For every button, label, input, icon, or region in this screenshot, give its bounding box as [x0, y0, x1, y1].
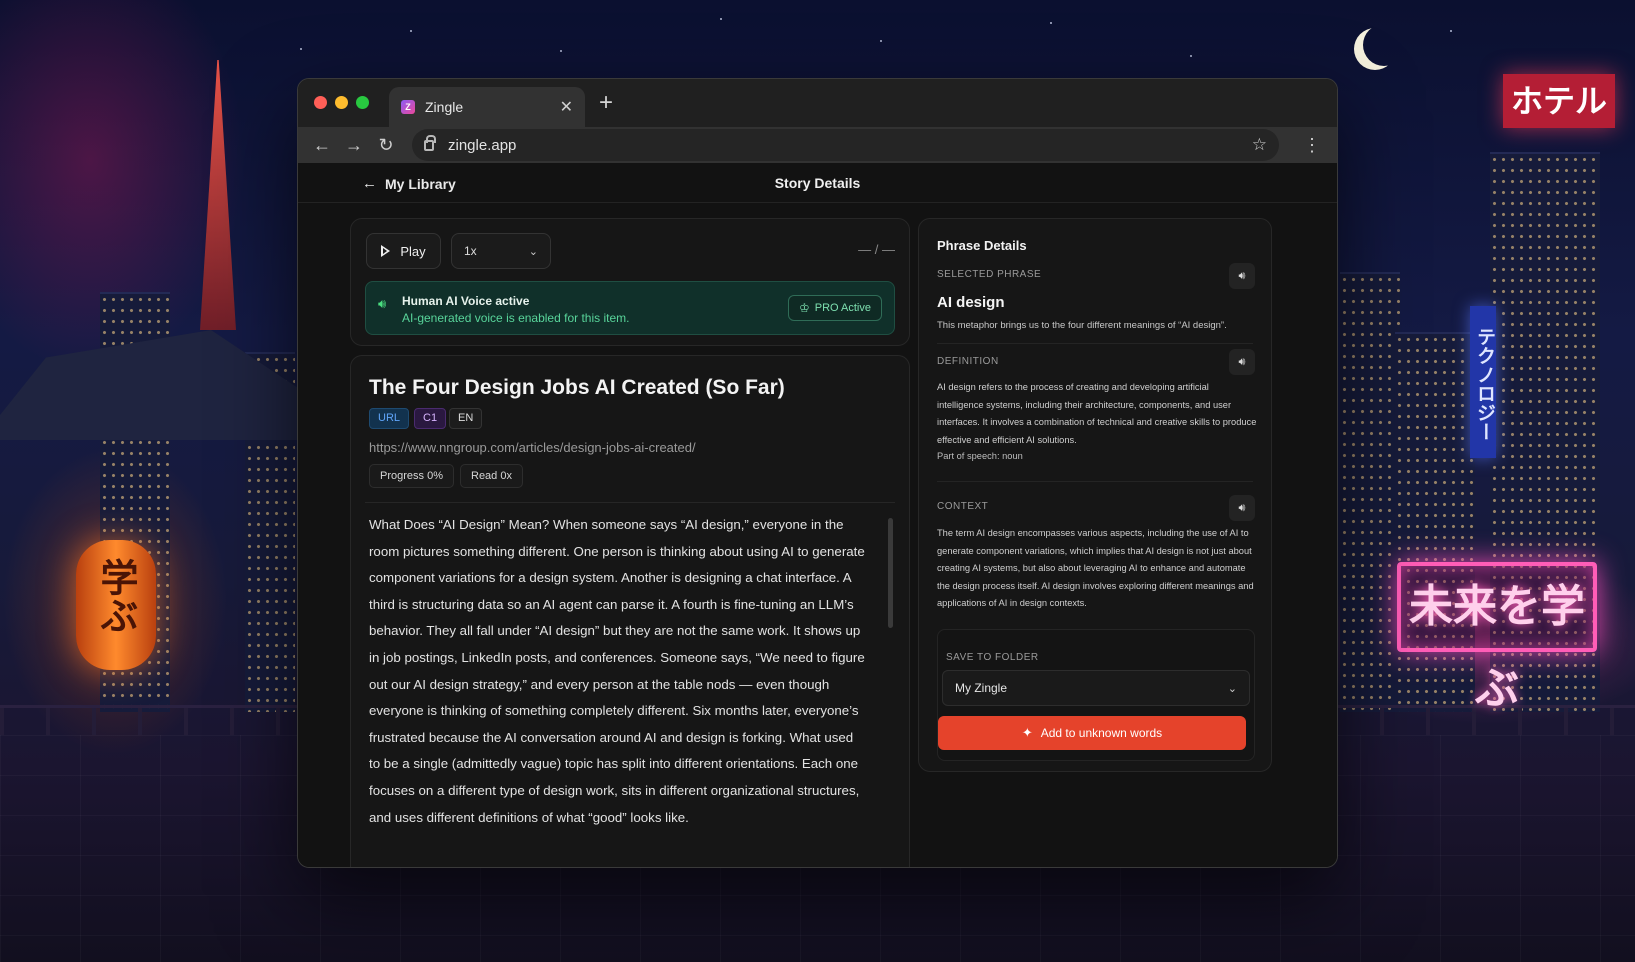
address-url[interactable]: zingle.app [448, 137, 1252, 154]
browser-menu-icon[interactable]: ⋮ [1303, 135, 1321, 156]
chevron-down-icon: ⌄ [1227, 682, 1237, 695]
bookmark-star-icon[interactable]: ☆ [1252, 135, 1267, 155]
definition-text: AI design refers to the process of creat… [937, 382, 1257, 445]
speed-value: 1x [464, 244, 477, 258]
tag-url: URL [369, 408, 410, 429]
play-context-speaker-icon[interactable]: 🔊︎ [1229, 495, 1255, 521]
minimize-window-button[interactable] [335, 96, 348, 109]
play-phrase-speaker-icon[interactable]: 🔊︎ [1229, 263, 1255, 289]
divider [937, 343, 1253, 344]
lantern-text: 学ぶ [94, 558, 138, 634]
speaker-icon: 🔊︎ [378, 296, 387, 311]
play-definition-speaker-icon[interactable]: 🔊︎ [1229, 349, 1255, 375]
story-card: The Four Design Jobs AI Created (So Far)… [350, 355, 910, 867]
browser-tab[interactable]: Z Zingle ✕ [389, 87, 585, 127]
star [1450, 30, 1452, 32]
tower-illustration [200, 60, 236, 330]
technology-sign: テクノロジー [1470, 306, 1496, 458]
title-bar: Z Zingle ✕ + [298, 79, 1337, 127]
star [300, 48, 302, 50]
address-bar[interactable]: zingle.app ☆ [412, 129, 1279, 161]
story-title: The Four Design Jobs AI Created (So Far) [369, 376, 785, 399]
play-button[interactable]: Play [366, 233, 441, 269]
star [720, 18, 722, 20]
close-window-button[interactable] [314, 96, 327, 109]
app-content: ← My Library Story Details Play 1x ⌄ — /… [298, 163, 1337, 867]
player-card: Play 1x ⌄ — / — 🔊︎ Human AI Voice active… [350, 218, 910, 346]
context-label: CONTEXT [937, 501, 989, 512]
star [1050, 22, 1052, 24]
voice-title: Human AI Voice active [402, 294, 530, 308]
star [560, 50, 562, 52]
phrase-example: This metaphor brings us to the four diff… [937, 320, 1227, 331]
selected-phrase-label: SELECTED PHRASE [937, 269, 1042, 280]
back-arrow-icon[interactable]: ← [306, 135, 338, 156]
crown-icon: ♔ [798, 301, 810, 315]
pro-badge: ♔ PRO Active [787, 295, 882, 321]
folder-value: My Zingle [955, 681, 1008, 695]
browser-window: Z Zingle ✕ + ← → ↻ zingle.app ☆ ⋮ ← My L… [297, 78, 1338, 868]
divider [937, 481, 1253, 482]
tag-language: EN [449, 408, 483, 429]
story-scrollbar[interactable] [888, 518, 893, 628]
voice-subtitle: AI-generated voice is enabled for this i… [402, 311, 630, 325]
sparkle-icon: ✦ [1021, 725, 1033, 740]
story-source-url[interactable]: https://www.nngroup.com/articles/design-… [369, 440, 696, 455]
story-body[interactable]: What Does “AI Design” Mean? When someone… [369, 512, 865, 831]
tag-level: C1 [414, 408, 447, 429]
divider [365, 502, 895, 503]
browser-toolbar: ← → ↻ zingle.app ☆ ⋮ [298, 127, 1337, 163]
phrase-details-panel: Phrase Details SELECTED PHRASE 🔊︎ AI des… [918, 218, 1272, 772]
maximize-window-button[interactable] [356, 96, 369, 109]
context-text: The term AI design encompasses various a… [937, 528, 1254, 608]
zingle-favicon-icon: Z [401, 100, 415, 114]
reload-icon[interactable]: ↻ [370, 135, 402, 156]
details-title: Phrase Details [937, 238, 1027, 253]
progress-chip: Progress 0% [369, 464, 454, 488]
speed-select[interactable]: 1x ⌄ [451, 233, 551, 269]
star [880, 40, 882, 42]
definition-label: DEFINITION [937, 356, 999, 367]
tab-title: Zingle [425, 99, 464, 115]
pro-label: PRO Active [814, 302, 871, 314]
neon-sign: 未来を学ぶ [1397, 562, 1597, 714]
forward-arrow-icon[interactable]: → [338, 135, 370, 156]
lock-icon [424, 134, 436, 151]
add-to-unknown-words-button[interactable]: ✦ Add to unknown words [938, 716, 1246, 750]
star [1190, 55, 1192, 57]
hotel-sign: ホテル [1503, 74, 1615, 128]
app-header: ← My Library Story Details [298, 163, 1337, 203]
add-button-label: Add to unknown words [1040, 726, 1163, 740]
part-of-speech: Part of speech: noun [937, 451, 1023, 461]
building [1395, 332, 1475, 712]
read-count-chip: Read 0x [460, 464, 523, 488]
building [1340, 272, 1400, 712]
moon-icon [1363, 24, 1405, 66]
save-to-folder-section: SAVE TO FOLDER My Zingle ⌄ ✦ Add to unkn… [937, 629, 1255, 761]
time-display: — / — [858, 242, 895, 257]
voice-banner: 🔊︎ Human AI Voice active AI-generated vo… [365, 281, 895, 335]
temple-roof [0, 330, 310, 440]
play-label: Play [400, 243, 426, 259]
new-tab-icon[interactable]: + [599, 89, 613, 117]
page-title: Story Details [774, 175, 861, 191]
lantern: 学ぶ [76, 540, 156, 670]
chevron-down-icon: ⌄ [528, 245, 538, 258]
folder-select[interactable]: My Zingle ⌄ [942, 670, 1250, 706]
star [410, 30, 412, 32]
save-to-folder-label: SAVE TO FOLDER [946, 652, 1039, 663]
selected-phrase: AI design [937, 294, 1005, 311]
tab-close-icon[interactable]: ✕ [560, 97, 573, 117]
